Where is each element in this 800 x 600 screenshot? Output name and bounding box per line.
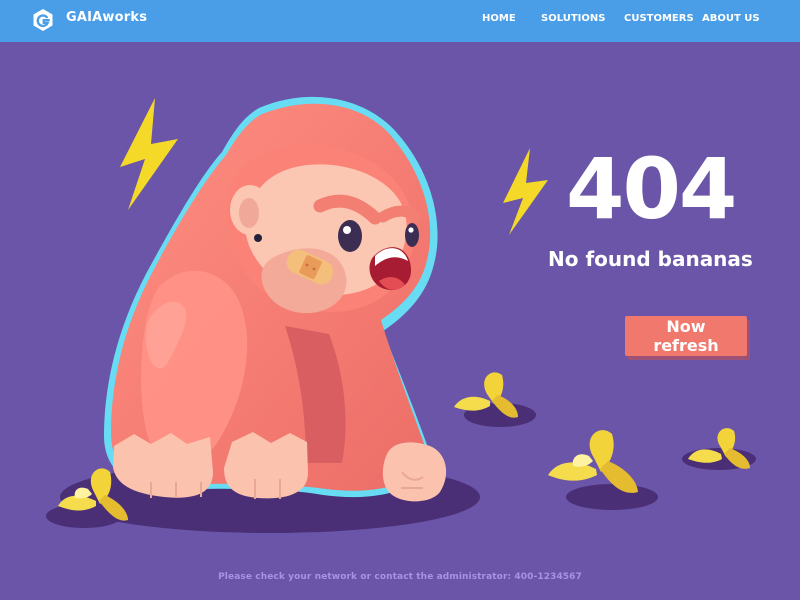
brand-name[interactable]: GAIAworks <box>66 10 147 25</box>
refresh-button[interactable]: Now refresh <box>625 316 747 356</box>
nav-solutions[interactable]: SOLUTIONS <box>541 13 605 24</box>
gorilla-front-foot <box>224 432 308 499</box>
eye-highlight <box>408 227 414 233</box>
gorilla-eye <box>338 220 362 252</box>
nav-about-us[interactable]: ABOUT US <box>702 13 760 24</box>
lightning-icon <box>120 98 178 210</box>
banana-shadow <box>566 484 658 510</box>
gaiaworks-logo-icon[interactable] <box>31 8 55 32</box>
ear-inner <box>239 198 259 228</box>
nav-customers[interactable]: CUSTOMERS <box>624 13 694 24</box>
top-navigation-bar: GAIAworks HOME SOLUTIONS CUSTOMERS ABOUT… <box>0 0 800 42</box>
lightning-icon <box>503 148 548 235</box>
error-scene: 404 No found bananas Now refresh Please … <box>0 42 800 600</box>
eye-highlight <box>343 226 351 234</box>
gorilla-right-hand <box>382 442 447 502</box>
banana-peel-icon <box>548 430 638 493</box>
error-code: 404 <box>566 140 737 238</box>
gorilla-eye <box>405 223 419 247</box>
nav-home[interactable]: HOME <box>482 13 516 24</box>
earring-icon <box>254 234 262 242</box>
footer-contact-text: Please check your network or contact the… <box>218 572 582 582</box>
error-message: No found bananas <box>548 247 753 271</box>
error-page: GAIAworks HOME SOLUTIONS CUSTOMERS ABOUT… <box>0 0 800 600</box>
